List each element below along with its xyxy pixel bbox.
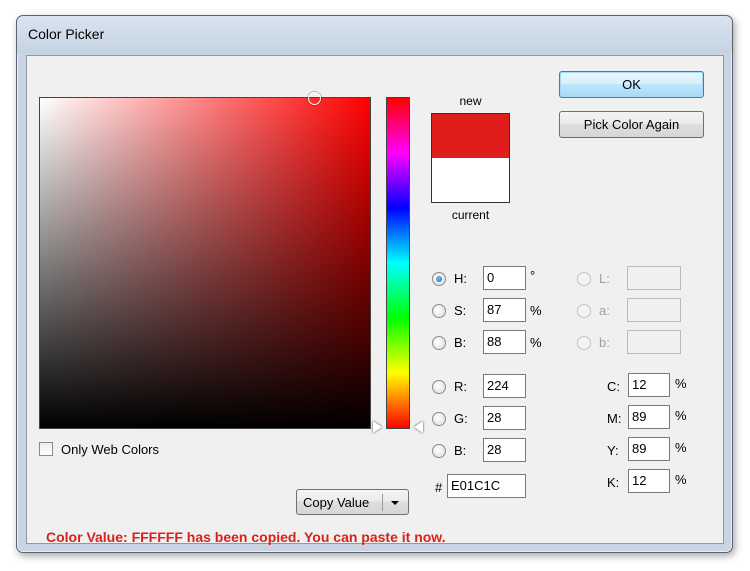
brightness-unit: % bbox=[530, 335, 542, 350]
color-swatch bbox=[431, 113, 510, 203]
magenta-unit: % bbox=[675, 408, 687, 423]
blue-input[interactable]: 28 bbox=[483, 438, 526, 462]
yellow-input[interactable]: 89 bbox=[628, 437, 670, 461]
red-input[interactable]: 224 bbox=[483, 374, 526, 398]
key-unit: % bbox=[675, 472, 687, 487]
hue-radio[interactable] bbox=[432, 272, 446, 286]
copy-value-label: Copy Value bbox=[303, 495, 370, 510]
yellow-unit: % bbox=[675, 440, 687, 455]
status-message: Color Value: FFFFFF has been copied. You… bbox=[46, 529, 446, 545]
saturation-label: S: bbox=[454, 303, 467, 318]
key-label: K: bbox=[607, 475, 620, 490]
copy-value-button[interactable]: Copy Value bbox=[296, 489, 409, 515]
lab-b-radio bbox=[577, 336, 591, 350]
hue-slider-handle-right[interactable] bbox=[414, 421, 423, 433]
green-radio[interactable] bbox=[432, 412, 446, 426]
hue-unit: ° bbox=[530, 268, 536, 283]
lab-l-radio bbox=[577, 272, 591, 286]
color-selection-cursor[interactable] bbox=[308, 92, 321, 105]
lab-b-label: b: bbox=[599, 335, 610, 350]
red-radio[interactable] bbox=[432, 380, 446, 394]
current-color-label: current bbox=[451, 208, 490, 222]
key-input[interactable]: 12 bbox=[628, 469, 670, 493]
brightness-radio[interactable] bbox=[432, 336, 446, 350]
lab-b-input bbox=[627, 330, 681, 354]
only-web-colors-label: Only Web Colors bbox=[61, 442, 160, 457]
copy-value-separator bbox=[382, 494, 383, 511]
color-picker-window: Color Picker new current OK Pick Color A… bbox=[16, 15, 733, 553]
title-bar[interactable]: Color Picker bbox=[17, 16, 732, 53]
chevron-down-icon[interactable] bbox=[391, 501, 399, 505]
hex-input[interactable]: E01C1C bbox=[447, 474, 526, 498]
cyan-input[interactable]: 12 bbox=[628, 373, 670, 397]
hue-label: H: bbox=[454, 271, 467, 286]
cyan-unit: % bbox=[675, 376, 687, 391]
magenta-input[interactable]: 89 bbox=[628, 405, 670, 429]
saturation-brightness-field[interactable] bbox=[39, 97, 371, 429]
green-input[interactable]: 28 bbox=[483, 406, 526, 430]
red-label: R: bbox=[454, 379, 467, 394]
hue-slider[interactable] bbox=[386, 97, 410, 429]
lab-a-input bbox=[627, 298, 681, 322]
brightness-label: B: bbox=[454, 335, 467, 350]
blue-radio[interactable] bbox=[432, 444, 446, 458]
lab-l-label: L: bbox=[599, 271, 610, 286]
lab-a-label: a: bbox=[599, 303, 610, 318]
saturation-unit: % bbox=[530, 303, 542, 318]
saturation-input[interactable]: 87 bbox=[483, 298, 526, 322]
blue-label: B: bbox=[454, 443, 467, 458]
hue-input[interactable]: 0 bbox=[483, 266, 526, 290]
green-label: G: bbox=[454, 411, 468, 426]
saturation-radio[interactable] bbox=[432, 304, 446, 318]
hue-slider-handle-left[interactable] bbox=[373, 421, 382, 433]
current-color-swatch[interactable] bbox=[432, 158, 509, 202]
dialog-client-area: new current OK Pick Color Again H: 0 ° S… bbox=[26, 55, 724, 545]
lab-l-input bbox=[627, 266, 681, 290]
lab-a-radio bbox=[577, 304, 591, 318]
brightness-input[interactable]: 88 bbox=[483, 330, 526, 354]
ok-button[interactable]: OK bbox=[559, 71, 704, 98]
new-color-label: new bbox=[459, 94, 482, 108]
new-color-swatch bbox=[432, 114, 509, 158]
magenta-label: M: bbox=[607, 411, 622, 426]
window-title: Color Picker bbox=[28, 26, 105, 42]
only-web-colors-checkbox[interactable] bbox=[39, 442, 53, 456]
yellow-label: Y: bbox=[607, 443, 619, 458]
cyan-label: C: bbox=[607, 379, 620, 394]
hex-label: # bbox=[435, 480, 443, 495]
pick-color-again-button[interactable]: Pick Color Again bbox=[559, 111, 704, 138]
